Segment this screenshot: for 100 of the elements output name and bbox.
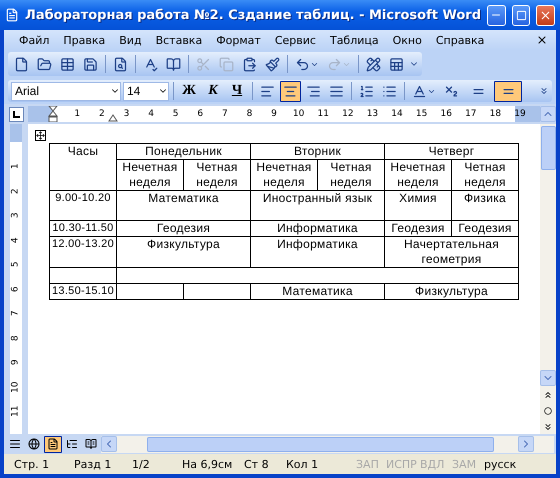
outline-icon — [66, 438, 78, 450]
menu-item[interactable]: Таблица — [322, 34, 386, 46]
bold-button[interactable]: Ж — [178, 80, 200, 102]
ruler-number: 4 — [10, 236, 22, 243]
maximize-icon — [516, 10, 527, 20]
menu-item[interactable]: Формат — [209, 34, 268, 46]
header-cell: Нечетная неделя — [116, 160, 184, 190]
ruler-number: 8 — [10, 334, 22, 341]
scissors-icon — [196, 56, 211, 72]
align-right-icon — [306, 84, 321, 98]
copy-icon — [219, 56, 234, 72]
redo-icon — [327, 56, 342, 72]
maximize-button[interactable] — [512, 4, 530, 26]
tab-stop-button[interactable] — [8, 106, 24, 122]
bullet-list-icon — [382, 84, 397, 98]
indent-marker-icon[interactable] — [108, 114, 118, 122]
table-cell: Физика — [452, 190, 518, 220]
ruler-number: 7 — [10, 310, 22, 316]
table-cell: Физкультура — [116, 236, 250, 268]
table-cell: 10.30-11.50 — [50, 220, 116, 236]
header-cell: Четная неделя — [184, 160, 250, 190]
print-view-button[interactable] — [44, 436, 62, 452]
move-icon — [36, 131, 45, 140]
scroll-thumb[interactable] — [147, 436, 494, 452]
ruler-number: 8 — [246, 109, 254, 119]
font-field[interactable]: Arial — [11, 82, 121, 100]
status-text: ЗАП — [356, 458, 380, 470]
line-button[interactable] — [494, 80, 522, 102]
status-text: Стр. 1 — [14, 458, 50, 470]
scroll-right-button[interactable] — [518, 436, 534, 452]
ruler-number: 6 — [10, 286, 22, 292]
size-field[interactable]: 14 — [123, 82, 169, 100]
status-text: ВДЛ — [420, 458, 446, 470]
page-icon — [14, 56, 29, 72]
align-center-button[interactable] — [280, 80, 301, 102]
status-text: ЗАМ — [452, 458, 478, 470]
ruler-number: 3 — [10, 212, 22, 218]
align-justify-icon — [329, 84, 344, 98]
menu-item[interactable]: Файл — [12, 34, 56, 46]
ruler-number: 11 — [316, 109, 330, 119]
status-text: 1/2 — [132, 458, 151, 470]
table-icon — [60, 56, 75, 72]
ruler-number: 14 — [390, 109, 404, 119]
table-cell: Начертательная геометрия — [384, 236, 518, 268]
clipboard-icon — [242, 56, 257, 72]
close-button[interactable] — [536, 4, 555, 26]
menu-item[interactable]: Сервис — [268, 34, 323, 46]
open-book-icon — [85, 438, 97, 450]
menu-item[interactable]: Окно — [386, 34, 429, 46]
underline-button[interactable]: Ч — [226, 80, 248, 102]
ruler-number: 9 — [10, 359, 22, 366]
document-icon — [5, 7, 20, 23]
italic-button[interactable]: К — [202, 80, 224, 102]
minimize-button[interactable] — [487, 4, 506, 26]
table-cell: Геодезия — [384, 220, 452, 236]
lines-icon — [9, 438, 21, 450]
header-cell: Четверг — [384, 144, 518, 160]
scroll-up-button[interactable] — [540, 106, 556, 122]
globe-icon — [28, 438, 40, 450]
table-cell: 9.00-10.20 — [50, 190, 116, 220]
ruler-number: 11 — [10, 406, 22, 417]
table-cell: Геодезия — [452, 220, 518, 236]
spellcheck-icon — [143, 56, 158, 72]
brush-icon — [265, 56, 280, 72]
header-cell: Четная неделя — [452, 160, 518, 190]
status-text: Кол 1 — [286, 458, 320, 470]
ruler-number: 1 — [73, 109, 82, 119]
move-handle[interactable] — [35, 130, 46, 141]
ruler-number: 1 — [10, 163, 22, 170]
sheet-icon — [389, 56, 404, 72]
table-cell — [50, 268, 116, 284]
ruler-number: 15 — [414, 109, 428, 119]
header-cell: Понедельник — [116, 144, 250, 160]
ruler-number: 7 — [220, 109, 229, 119]
menu-item[interactable]: Правка — [56, 34, 112, 46]
close-icon — [539, 8, 552, 22]
folder-icon — [37, 56, 52, 72]
close-icon[interactable] — [536, 34, 548, 46]
ruler-number: 12 — [341, 109, 355, 119]
header-cell: Часы — [50, 144, 116, 190]
circle-icon — [544, 407, 552, 415]
ruler-number: 19 — [513, 109, 527, 119]
ruler-number: 5 — [172, 109, 180, 119]
page-icon — [47, 438, 59, 450]
ruler-number: 16 — [439, 109, 453, 119]
ruler-number: 2 — [98, 109, 106, 119]
table-cell: Геодезия — [116, 220, 250, 236]
scroll-thumb[interactable] — [540, 126, 556, 170]
window-title: Лабораторная работа №2. Сздание таблиц. - Microsoft Word — [25, 8, 482, 22]
ruler-number: 10 — [10, 381, 22, 392]
save-icon — [83, 56, 98, 72]
ruler-number: 5 — [10, 261, 22, 268]
ruler-number: 18 — [488, 109, 502, 119]
indent-marker-icon[interactable] — [48, 106, 58, 122]
toolbar-options-icon[interactable] — [539, 86, 549, 96]
menu-item[interactable]: Справка — [428, 34, 492, 46]
menu-item[interactable]: Вид — [112, 34, 149, 46]
menu-item[interactable]: Вставка — [148, 34, 210, 46]
tab-stop-icon — [12, 110, 20, 118]
ruler-number: 13 — [366, 109, 380, 119]
